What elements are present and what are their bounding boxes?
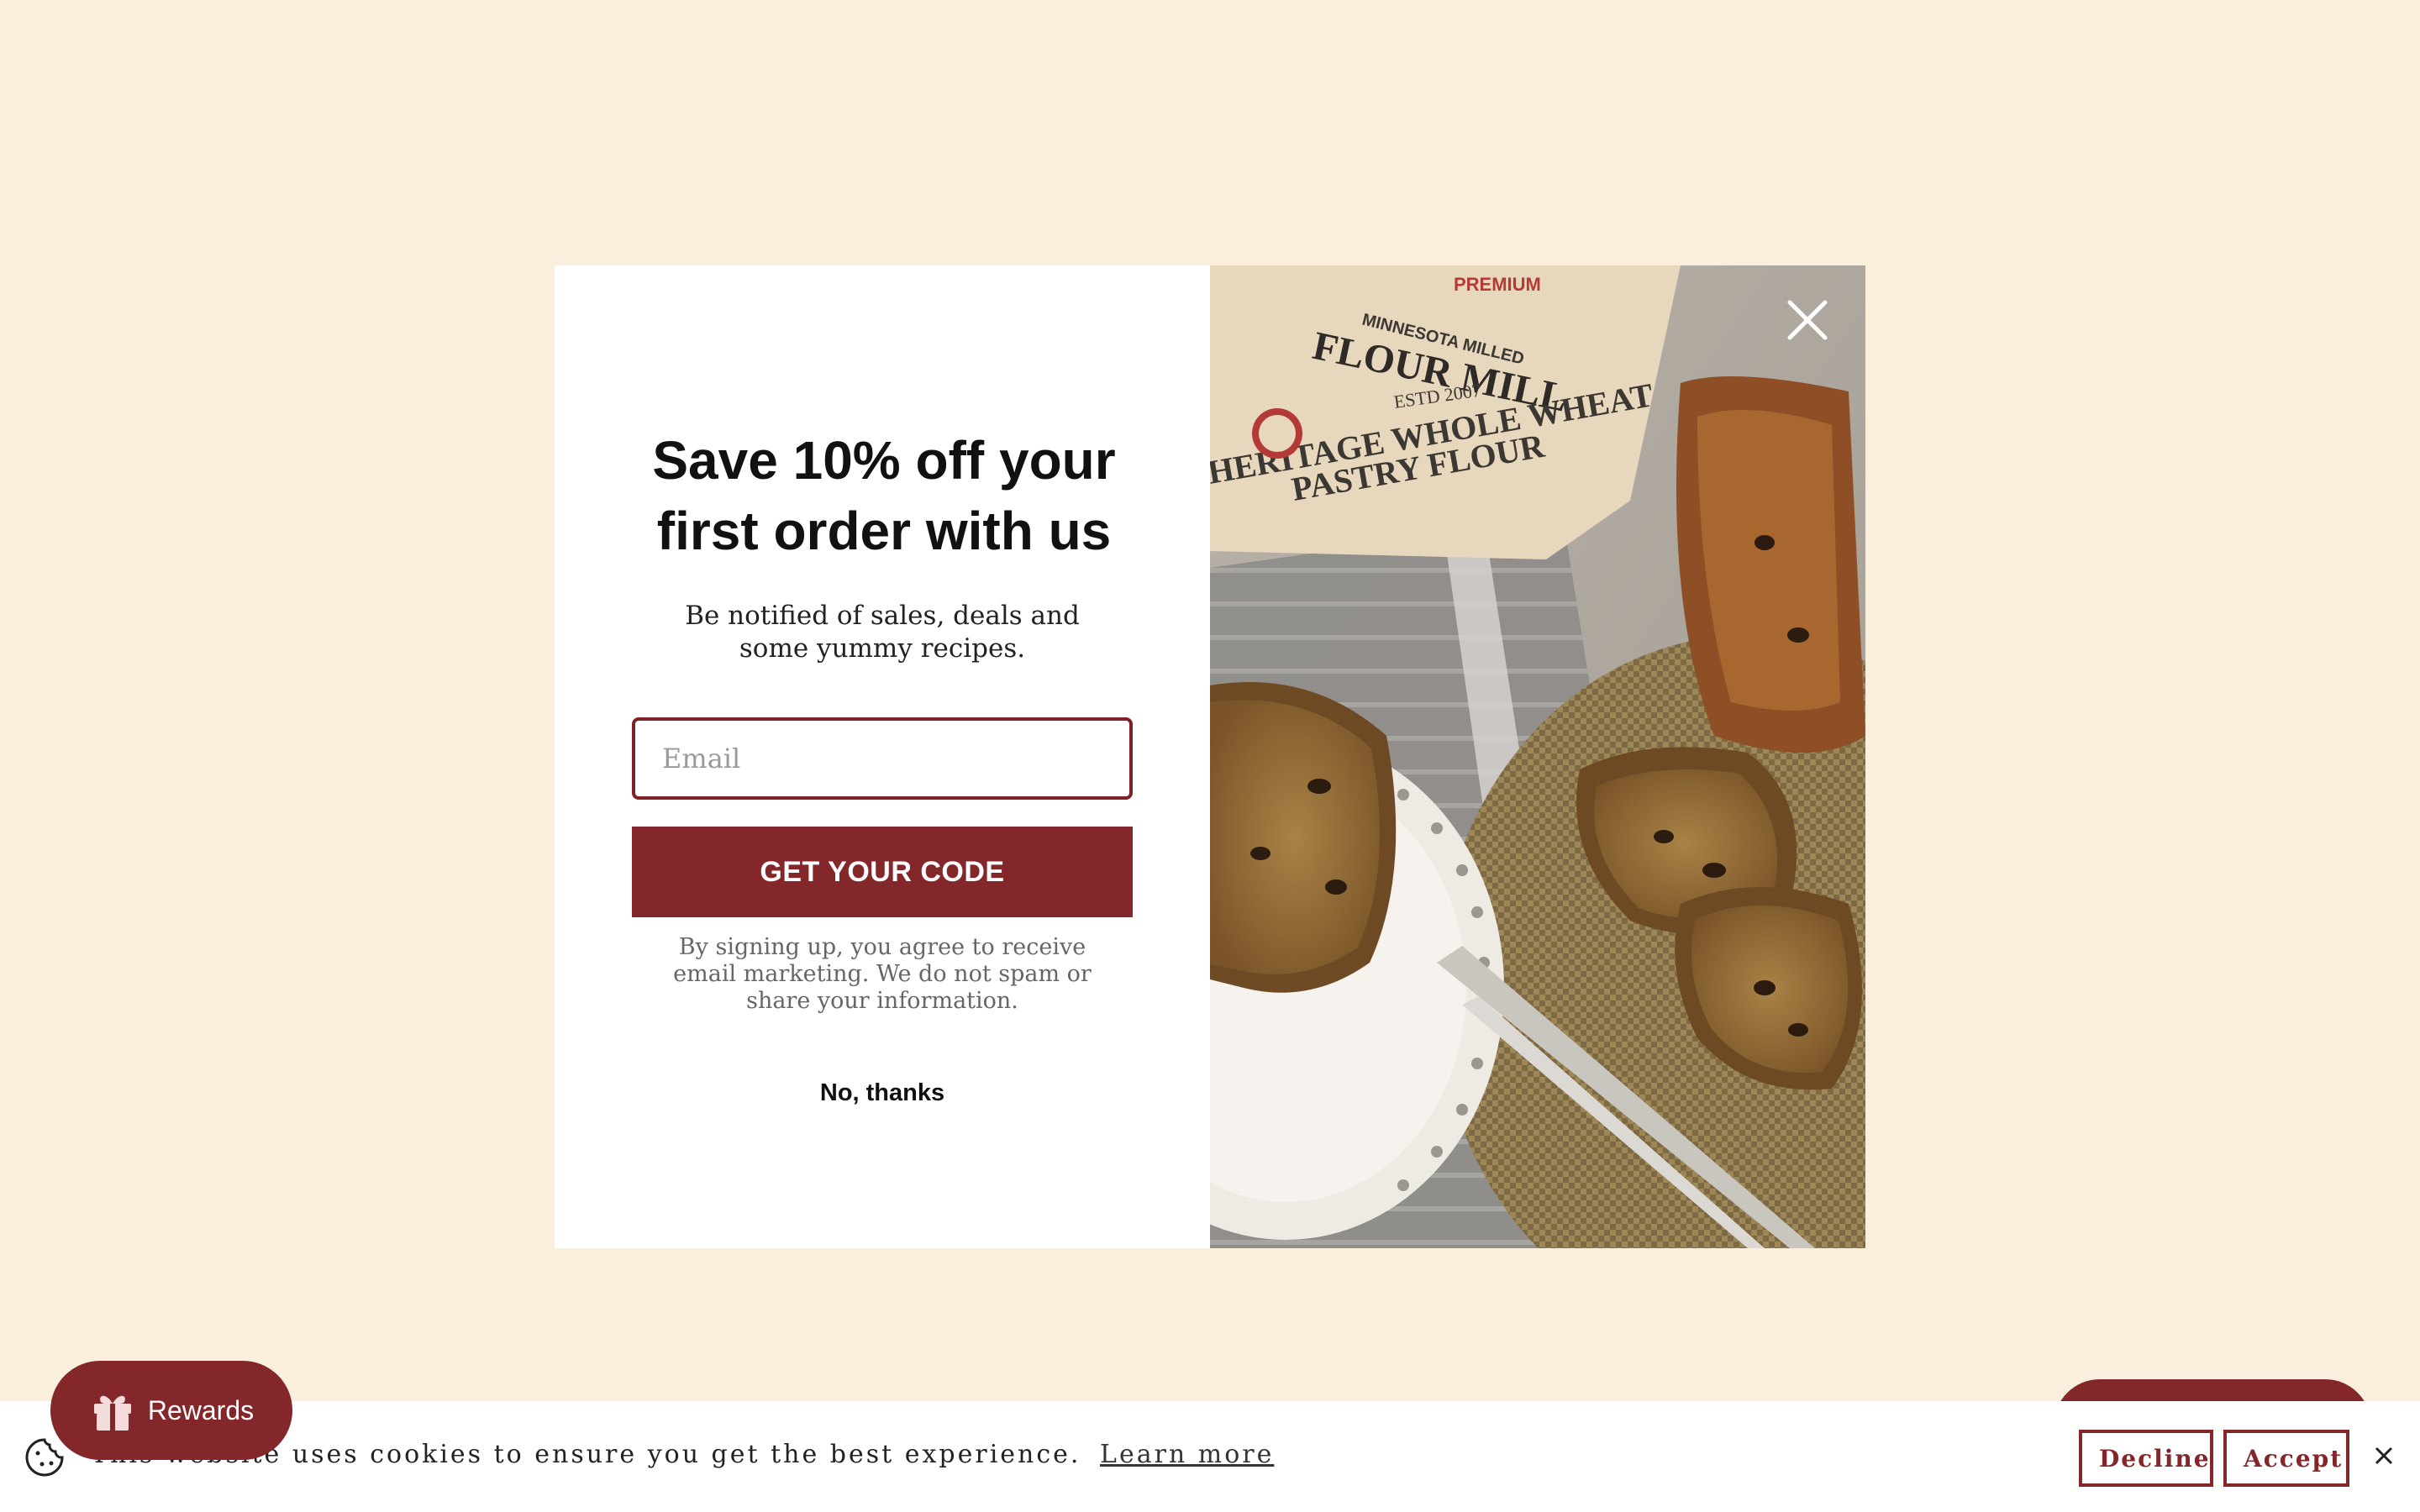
get-code-button[interactable]: GET YOUR CODE xyxy=(632,827,1133,917)
no-thanks-button[interactable]: No, thanks xyxy=(714,1079,1050,1108)
popup-form-panel: Save 10% off your first order with us Be… xyxy=(555,265,1210,1248)
cookie-banner: This website uses cookies to ensure you … xyxy=(0,1401,2420,1512)
popup-image: PREMIUM MINNESOTA MILLED FLOUR MILL ESTD… xyxy=(1210,265,1865,1248)
rewards-label: Rewards xyxy=(147,1394,255,1425)
email-input[interactable] xyxy=(632,717,1133,800)
cookie-icon xyxy=(25,1438,64,1477)
baking-photo: PREMIUM MINNESOTA MILLED FLOUR MILL ESTD… xyxy=(1210,265,1865,1248)
popup-headline: Save 10% off your first order with us xyxy=(652,430,1116,561)
gift-icon xyxy=(93,1395,131,1431)
signup-popup: Save 10% off your first order with us Be… xyxy=(555,265,1865,1248)
bag-label-premium: PREMIUM xyxy=(1454,274,1541,295)
learn-more-link[interactable]: Learn more xyxy=(1100,1440,1274,1469)
popup-subtext: Be notified of sales, deals and some yum… xyxy=(685,601,1080,664)
close-cookie-banner-icon[interactable] xyxy=(2371,1443,2396,1468)
decline-cookies-button[interactable]: Decline xyxy=(2079,1430,2213,1487)
popup-disclaimer: By signing up, you agree to receive emai… xyxy=(673,934,1092,1014)
rewards-button[interactable]: Rewards xyxy=(50,1361,292,1460)
close-icon[interactable] xyxy=(1783,296,1832,344)
page: Save 10% off your first order with us Be… xyxy=(0,0,2420,1512)
accept-cookies-button[interactable]: Accept xyxy=(2223,1430,2349,1487)
